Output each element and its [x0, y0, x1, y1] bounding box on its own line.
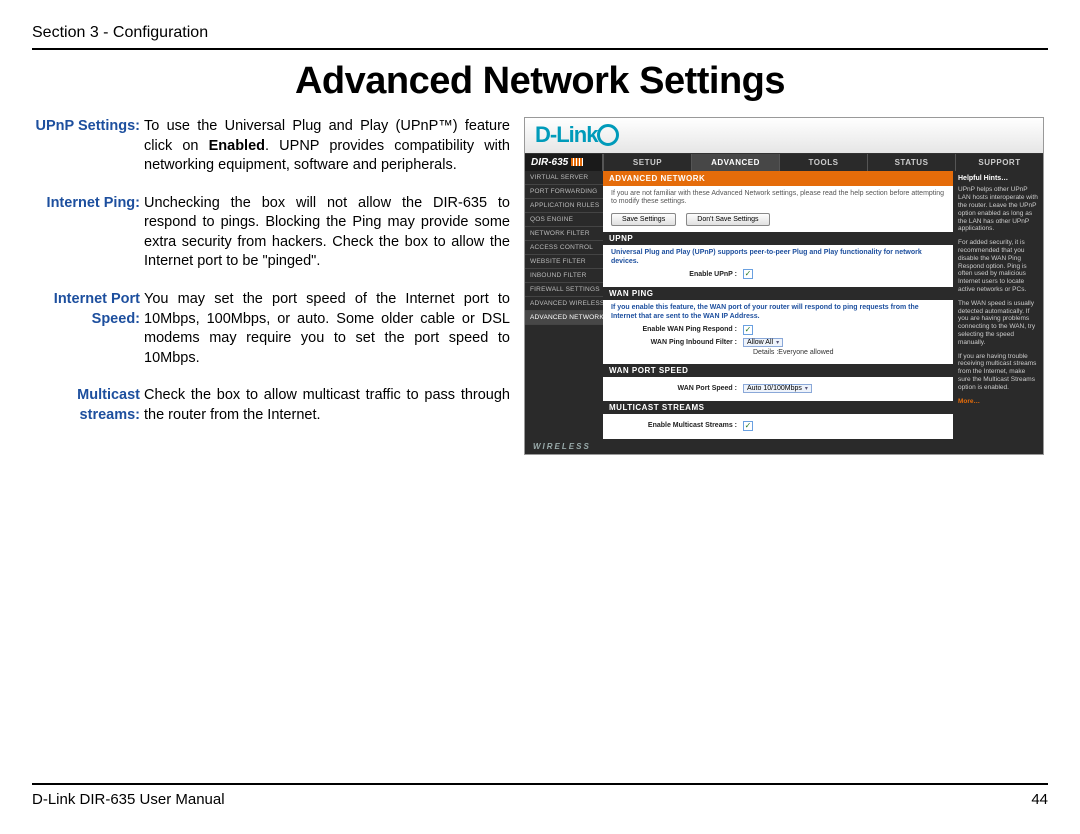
definition-body: Check the box to allow multicast traffic… [144, 386, 510, 425]
router-footer: WIRELESS [525, 439, 1043, 454]
help-p1: UPnP helps other UPnP LAN hosts interope… [958, 186, 1038, 233]
help-p2: For added security, it is recommended th… [958, 239, 1038, 294]
page-title: Advanced Network Settings [32, 60, 1048, 103]
definition-body: You may set the port speed of the Intern… [144, 290, 510, 368]
definition-label: Internet Ping: [32, 194, 144, 272]
sidenav-item[interactable]: VIRTUAL SERVER [525, 171, 603, 185]
help-heading: Helpful Hints… [958, 175, 1038, 183]
multicast-checkbox[interactable]: ✓ [743, 421, 753, 431]
wanping-respond-checkbox[interactable]: ✓ [743, 325, 753, 335]
definition-label: Internet Port Speed: [32, 290, 144, 368]
sidenav-item[interactable]: APPLICATION RULES [525, 199, 603, 213]
portspeed-label: WAN Port Speed : [611, 385, 743, 392]
sidenav-item[interactable]: WEBSITE FILTER [525, 255, 603, 269]
wanping-filter-label: WAN Ping Inbound Filter : [611, 339, 743, 346]
definition-row: UPnP Settings:To use the Universal Plug … [32, 117, 510, 176]
definitions-column: UPnP Settings:To use the Universal Plug … [32, 117, 510, 455]
intro-text: If you are not familiar with these Advan… [603, 186, 953, 213]
help-p3: The WAN speed is usually detected automa… [958, 300, 1038, 347]
topnav-item[interactable]: TOOLS [779, 154, 867, 171]
definition-body: To use the Universal Plug and Play (UPnP… [144, 117, 510, 176]
upnp-blurb: Universal Plug and Play (UPnP) supports … [611, 249, 945, 267]
help-p4: If you are having trouble receiving mult… [958, 353, 1038, 392]
help-more-link[interactable]: More… [958, 398, 980, 405]
dont-save-button[interactable]: Don't Save Settings [686, 213, 769, 226]
help-panel: Helpful Hints… UPnP helps other UPnP LAN… [953, 171, 1043, 439]
portspeed-heading: WAN PORT SPEED [603, 364, 953, 377]
brand-logo: D-Link [535, 122, 621, 148]
top-nav: SETUPADVANCEDTOOLSSTATUSSUPPORT [603, 154, 1043, 171]
model-label: DIR-635 [525, 154, 603, 171]
topnav-item[interactable]: ADVANCED [691, 154, 779, 171]
page-number: 44 [1031, 791, 1048, 808]
enable-upnp-label: Enable UPnP : [611, 271, 743, 278]
router-content: ADVANCED NETWORK If you are not familiar… [603, 171, 953, 439]
content-heading: ADVANCED NETWORK [603, 171, 953, 186]
router-screenshot: D-Link DIR-635 SETUPADVANCEDTOOLSSTATUSS… [524, 117, 1044, 455]
sidenav-item[interactable]: INBOUND FILTER [525, 269, 603, 283]
sidenav-item[interactable]: ADVANCED WIRELESS [525, 297, 603, 311]
definition-label: Multicast streams: [32, 386, 144, 425]
section-header: Section 3 - Configuration [32, 24, 1048, 50]
side-nav: VIRTUAL SERVERPORT FORWARDINGAPPLICATION… [525, 171, 603, 439]
sidenav-item[interactable]: QOS ENGINE [525, 213, 603, 227]
sidenav-item[interactable]: ACCESS CONTROL [525, 241, 603, 255]
topnav-item[interactable]: SETUP [603, 154, 691, 171]
multicast-label: Enable Multicast Streams : [611, 422, 743, 429]
sidenav-item[interactable]: NETWORK FILTER [525, 227, 603, 241]
sidenav-item[interactable]: FIREWALL SETTINGS [525, 283, 603, 297]
upnp-heading: UPNP [603, 232, 953, 245]
sidenav-item[interactable]: ADVANCED NETWORK [525, 311, 603, 325]
save-button[interactable]: Save Settings [611, 213, 676, 226]
multicast-heading: MULTICAST STREAMS [603, 401, 953, 414]
definition-row: Internet Ping:Unchecking the box will no… [32, 194, 510, 272]
wanping-respond-label: Enable WAN Ping Respond : [611, 326, 743, 333]
wanping-blurb: If you enable this feature, the WAN port… [611, 304, 945, 322]
sidenav-item[interactable]: PORT FORWARDING [525, 185, 603, 199]
definition-row: Internet Port Speed:You may set the port… [32, 290, 510, 368]
footer-left: D-Link DIR-635 User Manual [32, 791, 225, 808]
enable-upnp-checkbox[interactable]: ✓ [743, 269, 753, 279]
portspeed-select[interactable]: Auto 10/100Mbps [743, 384, 812, 393]
definition-body: Unchecking the box will not allow the DI… [144, 194, 510, 272]
definition-label: UPnP Settings: [32, 117, 144, 176]
router-logo-bar: D-Link [525, 118, 1043, 154]
topnav-item[interactable]: SUPPORT [955, 154, 1043, 171]
topnav-item[interactable]: STATUS [867, 154, 955, 171]
wanping-heading: WAN PING [603, 287, 953, 300]
definition-row: Multicast streams:Check the box to allow… [32, 386, 510, 425]
wanping-filter-select[interactable]: Allow All [743, 338, 783, 347]
